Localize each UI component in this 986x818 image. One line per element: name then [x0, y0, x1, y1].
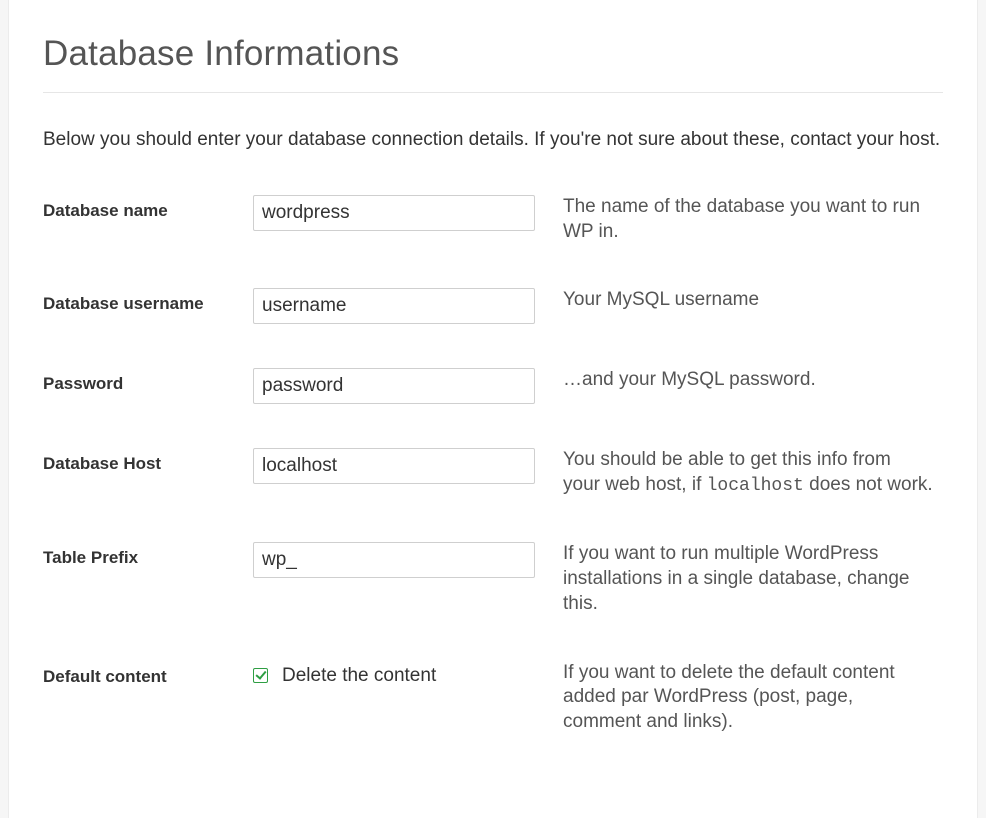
checkbox-label-delete-content[interactable]: Delete the content	[282, 665, 436, 687]
help-default-content: If you want to delete the default conten…	[553, 661, 933, 735]
input-database-username[interactable]	[253, 288, 535, 324]
help-database-name: The name of the database you want to run…	[553, 195, 933, 244]
help-database-username: Your MySQL username	[553, 288, 933, 313]
row-database-host: Database Host You should be able to get …	[43, 448, 943, 498]
input-password[interactable]	[253, 368, 535, 404]
label-default-content: Default content	[43, 667, 167, 686]
row-default-content: Default content Delete the content If yo…	[43, 661, 943, 735]
label-database-host: Database Host	[43, 454, 161, 473]
help-password: …and your MySQL password.	[553, 368, 933, 393]
row-password: Password …and your MySQL password.	[43, 368, 943, 404]
page-title: Database Informations	[43, 0, 943, 93]
help-database-host-post: does not work.	[804, 474, 933, 495]
label-password: Password	[43, 374, 123, 393]
input-database-name[interactable]	[253, 195, 535, 231]
help-table-prefix: If you want to run multiple WordPress in…	[553, 542, 933, 616]
label-database-username: Database username	[43, 294, 204, 313]
label-table-prefix: Table Prefix	[43, 548, 138, 567]
help-database-host: You should be able to get this info from…	[553, 448, 933, 498]
row-database-name: Database name The name of the database y…	[43, 195, 943, 244]
label-database-name: Database name	[43, 201, 168, 220]
database-info-panel: Database Informations Below you should e…	[8, 0, 978, 818]
checkbox-delete-content[interactable]	[253, 668, 268, 683]
row-table-prefix: Table Prefix If you want to run multiple…	[43, 542, 943, 616]
database-form: Database name The name of the database y…	[43, 195, 943, 735]
input-database-host[interactable]	[253, 448, 535, 484]
input-table-prefix[interactable]	[253, 542, 535, 578]
row-database-username: Database username Your MySQL username	[43, 288, 943, 324]
help-database-host-code: localhost	[707, 476, 804, 496]
intro-text: Below you should enter your database con…	[43, 129, 943, 151]
